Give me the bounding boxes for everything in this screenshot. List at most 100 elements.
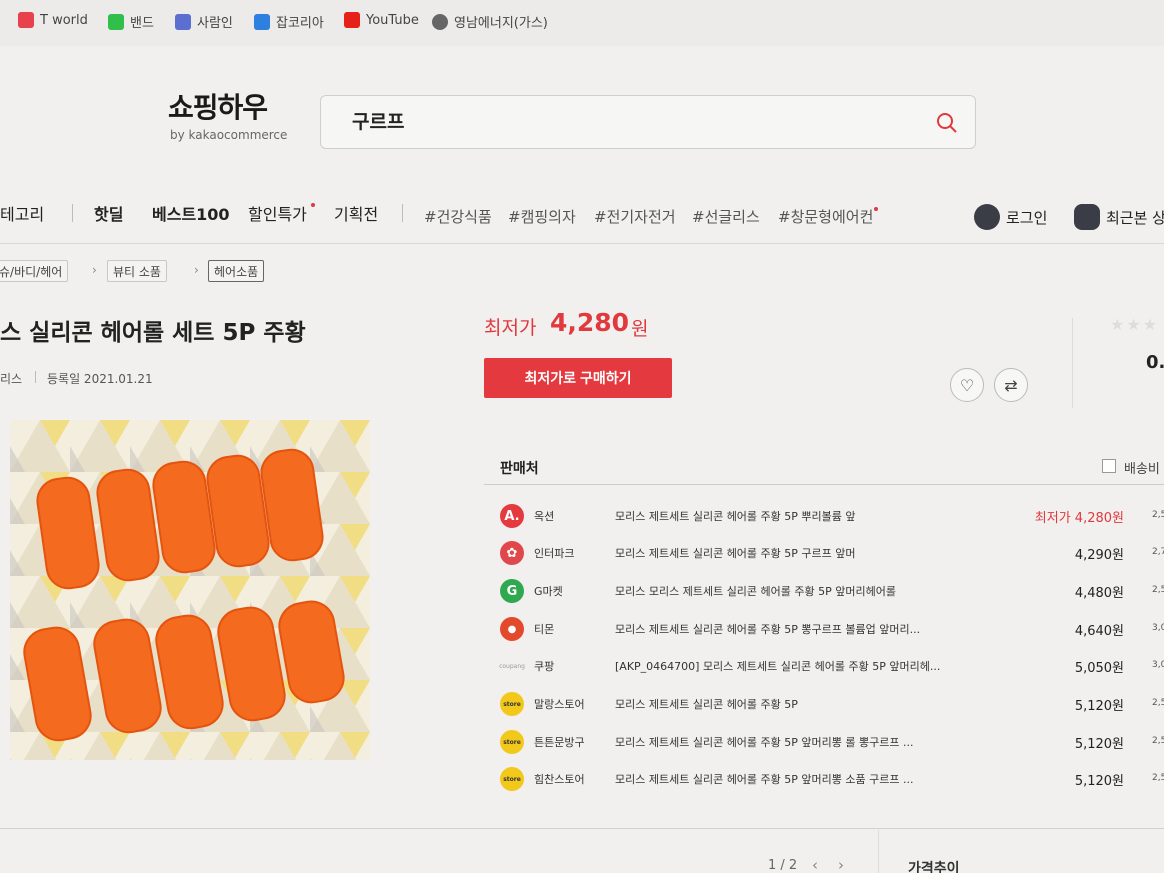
table-divider [484, 484, 1164, 485]
tworld-icon [18, 12, 34, 28]
nav-divider [72, 204, 73, 222]
breadcrumb-item[interactable]: 슈/바디/헤어 [0, 260, 69, 282]
tmon-logo-icon: ● [500, 617, 524, 641]
bookmark-tworld[interactable]: T world [18, 12, 88, 28]
rating-value: 0. [1146, 352, 1164, 373]
lowest-price-value: 4,280 [550, 308, 630, 337]
product-reg-date: 등록일 2021.01.21 [47, 372, 153, 386]
breadcrumb-item[interactable]: 뷰티 소품 [107, 260, 167, 282]
chevron-right-icon[interactable]: › [838, 856, 844, 873]
product-image [10, 420, 370, 760]
lowest-price-unit: 원 [631, 318, 649, 340]
seller-row[interactable]: store 힘찬스토어 모리스 제트세트 실리콘 헤어롤 주황 5P 앞머리뽕 … [500, 765, 1164, 793]
seller-product[interactable]: 모리스 제트세트 실리콘 헤어롤 주황 5P 앞머리뽕 소품 구르프 ... [615, 771, 913, 787]
nav-tag[interactable]: #전기자전거 [594, 206, 676, 227]
section-divider [0, 828, 1164, 829]
price-trend-title: 가격추이 [908, 861, 960, 873]
logo[interactable]: 쇼핑하우 [168, 86, 268, 126]
bookmark-saramin[interactable]: 사람인 [175, 12, 233, 31]
nav-underline [0, 243, 1164, 244]
seller-row[interactable]: store 튼튼문방구 모리스 제트세트 실리콘 헤어롤 주황 5P 앞머리뽕 … [500, 728, 1164, 756]
rating-divider [1072, 318, 1073, 408]
seller-product[interactable]: 모리스 제트세트 실리콘 헤어롤 주황 5P 뿌리볼륨 앞 [615, 508, 856, 524]
nav-hotdeal[interactable]: 핫딜 [94, 201, 123, 225]
seller-name: 티몬 [534, 623, 555, 636]
seller-product[interactable]: 모리스 제트세트 실리콘 헤어롤 주황 5P [615, 696, 798, 712]
breadcrumb-item[interactable]: 헤어소품 [208, 260, 265, 282]
seller-price: 4,480원 [1074, 586, 1124, 601]
jobkorea-icon [254, 13, 270, 30]
product-brand[interactable]: 리스 [0, 370, 22, 387]
seller-price: 4,640원 [1074, 624, 1124, 639]
bookmark-yeongnam[interactable]: 영남에너지(가스) [432, 12, 548, 31]
seller-shipping: 3,0 [1152, 623, 1164, 633]
seller-row[interactable]: coupang 쿠팡 [AKP_0464700] 모리스 제트세트 실리콘 헤어… [499, 652, 1164, 680]
seller-row[interactable]: G G마켓 모리스 모리스 제트세트 실리콘 헤어롤 주황 5P 앞머리헤어롤 … [500, 577, 1164, 605]
seller-product[interactable]: 모리스 제트세트 실리콘 헤어롤 주황 5P 구르프 앞머 [615, 545, 856, 561]
nav-divider [402, 204, 403, 222]
buy-lowest-button[interactable]: 최저가로 구매하기 [484, 358, 672, 398]
bookmark-band[interactable]: 밴드 [108, 12, 154, 31]
logo-subtitle: by kakaocommerce [170, 128, 288, 142]
seller-shipping: 2,50 [1152, 698, 1164, 708]
recent-icon[interactable] [1074, 204, 1100, 230]
seller-product[interactable]: 모리스 제트세트 실리콘 헤어롤 주황 5P 뽕구르프 볼륨업 앞머리... [615, 621, 920, 637]
band-icon [108, 13, 124, 30]
interpark-logo-icon: ✿ [500, 541, 524, 565]
seller-name: 튼튼문방구 [534, 736, 585, 749]
seller-name: G마켓 [534, 585, 563, 598]
seller-shipping: 2,5 [1152, 585, 1164, 595]
share-icon[interactable]: ⇄ [994, 368, 1028, 402]
seller-name: 말랑스토어 [534, 698, 585, 711]
product-title: 스 실리콘 헤어롤 세트 5P 주황 [0, 320, 306, 346]
bookmark-jobkorea[interactable]: 잡코리아 [254, 12, 324, 31]
seller-row[interactable]: A. 옥션 모리스 제트세트 실리콘 헤어롤 주황 5P 뿌리볼륨 앞 최저가 … [500, 502, 1164, 530]
heart-icon[interactable]: ♡ [950, 368, 984, 402]
nav-best100[interactable]: 베스트100 [152, 201, 230, 225]
bottom-divider [878, 830, 879, 873]
store-logo-icon: store [500, 767, 524, 791]
seller-price: 4,290원 [1074, 548, 1124, 563]
bookmark-youtube[interactable]: YouTube [344, 12, 419, 28]
shipping-checkbox[interactable] [1102, 459, 1116, 473]
nav-tag[interactable]: #건강식품 [424, 206, 492, 227]
gmarket-logo-icon: G [500, 579, 524, 603]
seller-shipping: 2,5 [1152, 510, 1164, 520]
seller-product[interactable]: 모리스 제트세트 실리콘 헤어롤 주황 5P 앞머리뽕 롤 뽕구르프 ... [615, 734, 913, 750]
auction-logo-icon: A. [500, 504, 524, 528]
seller-price: 5,120원 [1074, 737, 1124, 752]
seller-row[interactable]: store 말랑스토어 모리스 제트세트 실리콘 헤어롤 주황 5P 5,120… [500, 690, 1164, 718]
nav-category[interactable]: 테고리 [0, 201, 44, 225]
seller-row[interactable]: ✿ 인터파크 모리스 제트세트 실리콘 헤어롤 주황 5P 구르프 앞머 4,2… [500, 539, 1164, 567]
seller-product[interactable]: [AKP_0464700] 모리스 제트세트 실리콘 헤어롤 주황 5P 앞머리… [615, 658, 940, 674]
recent-link[interactable]: 최근본 상 [1106, 207, 1164, 228]
seller-row[interactable]: ● 티몬 모리스 제트세트 실리콘 헤어롤 주황 5P 뽕구르프 볼륨업 앞머리… [500, 615, 1164, 643]
nav-exhibition[interactable]: 기획전 [334, 201, 378, 225]
user-icon[interactable] [974, 204, 1000, 230]
saramin-icon [175, 13, 191, 30]
nav-discount[interactable]: 할인특가 [248, 201, 307, 225]
login-link[interactable]: 로그인 [1006, 207, 1047, 228]
chevron-left-icon[interactable]: ‹ [812, 856, 818, 873]
shipping-label: 배송비 [1124, 462, 1160, 477]
globe-icon [432, 13, 448, 30]
seller-shipping: 2,500 [1152, 736, 1164, 746]
search-icon[interactable] [936, 112, 958, 134]
lowest-price-label: 최저가 [484, 317, 537, 339]
search-input[interactable] [320, 95, 976, 149]
seller-product[interactable]: 모리스 모리스 제트세트 실리콘 헤어롤 주황 5P 앞머리헤어롤 [615, 583, 896, 599]
coupang-logo-icon: coupang [499, 654, 525, 678]
nav-tag[interactable]: #선글리스 [692, 206, 760, 227]
nav-tag[interactable]: #창문형에어컨 [778, 206, 873, 227]
store-logo-icon: store [500, 730, 524, 754]
bookmarks-bar: T world 밴드 사람인 잡코리아 YouTube 영남에너지(가스) [0, 0, 1164, 46]
meta-divider [35, 371, 36, 383]
seller-shipping: 2,7 [1152, 547, 1164, 557]
nav-tag[interactable]: #캠핑의자 [508, 206, 576, 227]
seller-shipping: 2,500 [1152, 773, 1164, 783]
chevron-right-icon: › [92, 263, 97, 277]
seller-name: 힘찬스토어 [534, 773, 585, 786]
rating-stars-icon: ★★★ [1110, 315, 1160, 334]
pagination: 1 / 2 [768, 858, 798, 873]
seller-price: 5,050원 [1074, 661, 1124, 676]
